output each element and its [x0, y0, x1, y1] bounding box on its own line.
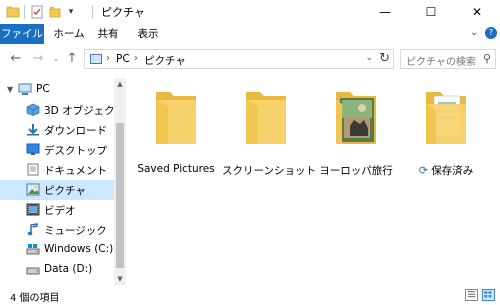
- videos-icon: [26, 203, 40, 216]
- folder-name: ヨーロッパ旅行: [319, 165, 393, 177]
- chevron-right-icon[interactable]: ›: [106, 53, 110, 64]
- photo-folder-icon: [336, 92, 376, 144]
- pc-icon: [18, 83, 32, 95]
- nav-item-music[interactable]: ミュージック: [0, 220, 114, 240]
- folder-name: スクリーンショット: [222, 165, 316, 177]
- folder-name-row: ⟳ 保存済み: [402, 163, 490, 178]
- nav-item-desktop[interactable]: デスクトップ: [0, 140, 114, 160]
- forward-arrow-icon[interactable]: →: [30, 51, 46, 67]
- documents-icon: [27, 163, 39, 176]
- navigation-pane: ▼ PC 3D オブジェクト ダウンロード デスクトップ ドキュメント ピクチャ…: [0, 78, 126, 285]
- refresh-icon[interactable]: ↻: [379, 51, 390, 66]
- chevron-down-icon[interactable]: ⌄: [470, 27, 478, 38]
- recent-locations-icon[interactable]: ⌄: [48, 51, 64, 67]
- up-arrow-icon[interactable]: ↑: [64, 51, 80, 67]
- nav-item-label: ダウンロード: [44, 125, 107, 137]
- nav-item-label: ビデオ: [44, 205, 76, 217]
- new-folder-icon[interactable]: [48, 5, 62, 19]
- pc-icon: [90, 54, 102, 64]
- close-button[interactable]: ✕: [454, 0, 500, 24]
- explorer-window-icon: [6, 6, 20, 18]
- address-row: ← → ⌄ ↑ › PC › ピクチャ ⌄ ↻ ピクチャの検索 ⚲: [0, 45, 500, 73]
- folder-icon: [156, 92, 196, 144]
- folder-saved[interactable]: ⟳ 保存済み: [402, 86, 490, 181]
- nav-pane-scrollbar[interactable]: ▲ ▼: [114, 78, 126, 285]
- properties-icon[interactable]: [30, 5, 44, 19]
- folder-icon: [246, 92, 286, 144]
- window-title: ピクチャ: [101, 6, 145, 19]
- back-arrow-icon[interactable]: ←: [8, 51, 24, 67]
- tab-home[interactable]: ホーム: [50, 24, 88, 44]
- ribbon-tabs: ファイル ホーム 共有 表示 ⌄ ?: [0, 24, 500, 44]
- download-icon: [27, 124, 39, 136]
- nav-item-3d-objects[interactable]: 3D オブジェクト: [0, 100, 125, 120]
- nav-item-pc[interactable]: ▼ PC: [0, 80, 114, 100]
- details-view-icon[interactable]: [465, 289, 478, 301]
- folder-name: Saved Pictures: [137, 163, 215, 175]
- nav-item-label: デスクトップ: [44, 145, 107, 157]
- nav-item-videos[interactable]: ビデオ: [0, 200, 114, 220]
- breadcrumb-pictures[interactable]: ピクチャ: [144, 53, 186, 68]
- nav-item-label: Windows (C:): [44, 243, 114, 255]
- drive-icon: [26, 267, 40, 275]
- sync-icon: ⟳: [418, 164, 428, 177]
- status-bar: 4 個の項目: [0, 285, 500, 305]
- pictures-icon: [26, 183, 40, 196]
- drive-icon: [26, 244, 40, 255]
- nav-item-label: PC: [36, 83, 50, 95]
- nav-item-label: ピクチャ: [44, 185, 86, 197]
- desktop-icon: [26, 143, 40, 155]
- help-icon[interactable]: ?: [485, 27, 497, 39]
- scrollbar-thumb[interactable]: [116, 123, 124, 268]
- search-placeholder: ピクチャの検索: [406, 57, 476, 68]
- nav-item-documents[interactable]: ドキュメント: [0, 160, 114, 180]
- address-bar[interactable]: › PC › ピクチャ ⌄ ↻: [84, 49, 394, 69]
- tab-share[interactable]: 共有: [92, 24, 124, 44]
- breadcrumb-pc[interactable]: PC: [116, 53, 130, 65]
- nav-item-label: Data (D:): [44, 263, 93, 275]
- folder-with-files-icon: [426, 92, 466, 144]
- tab-file[interactable]: ファイル: [0, 24, 44, 44]
- nav-item-label: ドキュメント: [44, 165, 107, 177]
- 3d-objects-icon: [26, 103, 40, 116]
- folder-screenshots[interactable]: スクリーンショット: [222, 86, 316, 181]
- nav-item-downloads[interactable]: ダウンロード: [0, 120, 114, 140]
- folder-saved-pictures[interactable]: Saved Pictures: [132, 86, 220, 181]
- separator: [92, 5, 93, 19]
- music-icon: [27, 223, 38, 236]
- tab-view[interactable]: 表示: [130, 24, 166, 44]
- item-count: 4 個の項目: [10, 293, 60, 304]
- scroll-down-icon[interactable]: ▼: [114, 275, 126, 283]
- search-icon: ⚲: [482, 52, 491, 65]
- nav-item-data-d[interactable]: Data (D:): [0, 260, 114, 280]
- search-input[interactable]: ピクチャの検索 ⚲: [400, 49, 496, 69]
- maximize-button[interactable]: ☐: [408, 0, 454, 24]
- customize-quick-access-icon[interactable]: ▾: [64, 5, 78, 19]
- chevron-right-icon[interactable]: ›: [134, 53, 138, 64]
- nav-item-pictures[interactable]: ピクチャ: [0, 180, 114, 200]
- large-icons-view-icon[interactable]: [482, 289, 495, 301]
- nav-item-windows-c[interactable]: Windows (C:): [0, 240, 114, 260]
- minimize-button[interactable]: —: [362, 0, 408, 24]
- folder-europe-trip[interactable]: ヨーロッパ旅行: [312, 86, 400, 181]
- address-dropdown-icon[interactable]: ⌄: [365, 53, 373, 63]
- nav-item-label: 3D オブジェクト: [44, 105, 126, 117]
- scroll-up-icon[interactable]: ▲: [114, 80, 126, 88]
- nav-item-label: ミュージック: [44, 225, 107, 237]
- file-list: Saved Pictures スクリーンショット ヨーロッパ旅行 ⟳ 保存済み: [128, 78, 500, 285]
- folder-name: 保存済み: [431, 165, 474, 177]
- separator: [24, 5, 25, 19]
- expand-icon[interactable]: ▼: [7, 85, 13, 94]
- title-bar: ▾ ピクチャ — ☐ ✕: [0, 0, 500, 24]
